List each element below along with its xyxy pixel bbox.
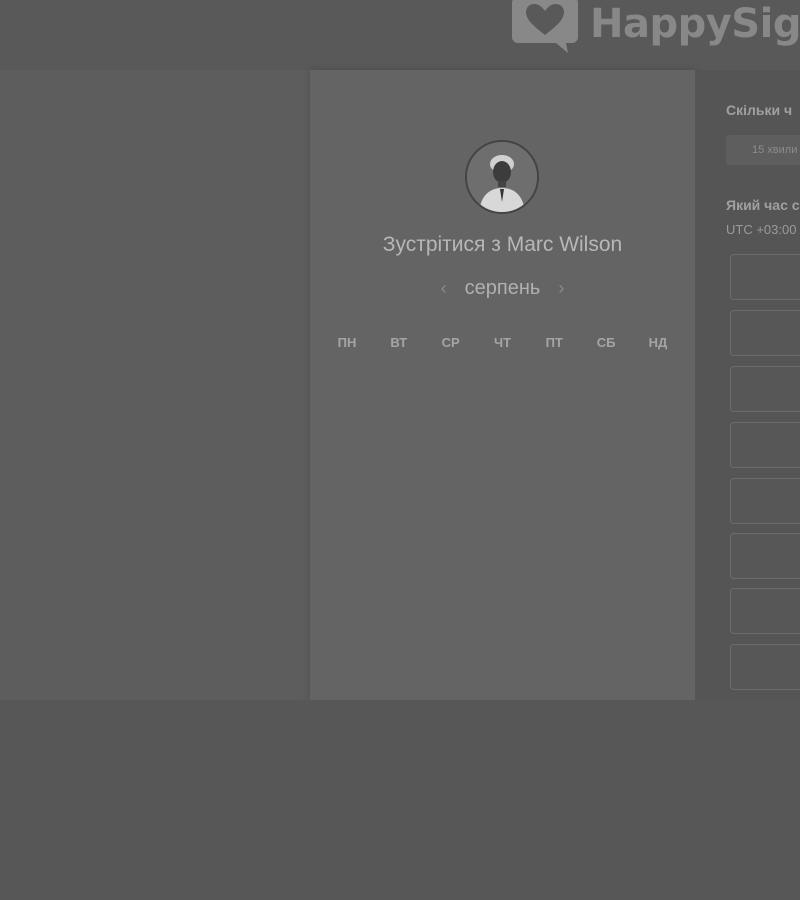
time-slot[interactable] xyxy=(730,533,800,579)
time-slot[interactable] xyxy=(730,310,800,356)
heart-speech-bubble-icon xyxy=(512,0,578,53)
booking-page: HappySig Зустрітися з Marc Wilson ‹ серп… xyxy=(0,0,800,900)
weekday-mon: ПН xyxy=(337,335,357,350)
time-slot[interactable] xyxy=(730,644,800,690)
time-slot[interactable] xyxy=(730,588,800,634)
time-slot[interactable] xyxy=(730,366,800,412)
time-slot[interactable] xyxy=(730,254,800,300)
chevron-right-icon[interactable]: › xyxy=(554,278,568,299)
logo-text: HappySig xyxy=(590,1,800,47)
person-avatar-icon xyxy=(467,142,537,212)
weekday-wed: СР xyxy=(441,335,460,350)
top-header: HappySig xyxy=(0,0,800,70)
weekday-thu: ЧТ xyxy=(493,335,512,350)
weekday-fri: ПТ xyxy=(545,335,563,350)
timezone-label[interactable]: UTC +03:00 xyxy=(726,222,796,237)
time-slot[interactable] xyxy=(730,422,800,468)
weekday-sun: НД xyxy=(648,335,668,350)
left-panel xyxy=(0,70,310,700)
host-avatar xyxy=(465,140,539,214)
calendar-card: Зустрітися з Marc Wilson ‹ серпень › ПН … xyxy=(310,70,695,700)
month-navigation: ‹ серпень › xyxy=(310,277,695,300)
brand-logo[interactable]: HappySig xyxy=(510,0,800,56)
page-footer-area xyxy=(0,700,800,900)
weekday-tue: ВТ xyxy=(390,335,408,350)
meeting-title: Зустрітися з Marc Wilson xyxy=(382,233,623,256)
month-label: серпень xyxy=(464,277,541,299)
time-slot[interactable] xyxy=(730,478,800,524)
weekday-sat: СБ xyxy=(596,335,616,350)
time-selection-panel: Скільки ч 15 хвили Який час с UTC +03:00 xyxy=(695,70,800,700)
duration-heading: Скільки ч xyxy=(726,102,793,118)
weekday-header-row: ПН ВТ СР ЧТ ПТ СБ НД xyxy=(310,335,695,350)
time-heading: Який час с xyxy=(726,197,800,213)
duration-select[interactable]: 15 хвили xyxy=(726,135,800,165)
chevron-left-icon[interactable]: ‹ xyxy=(437,278,451,299)
